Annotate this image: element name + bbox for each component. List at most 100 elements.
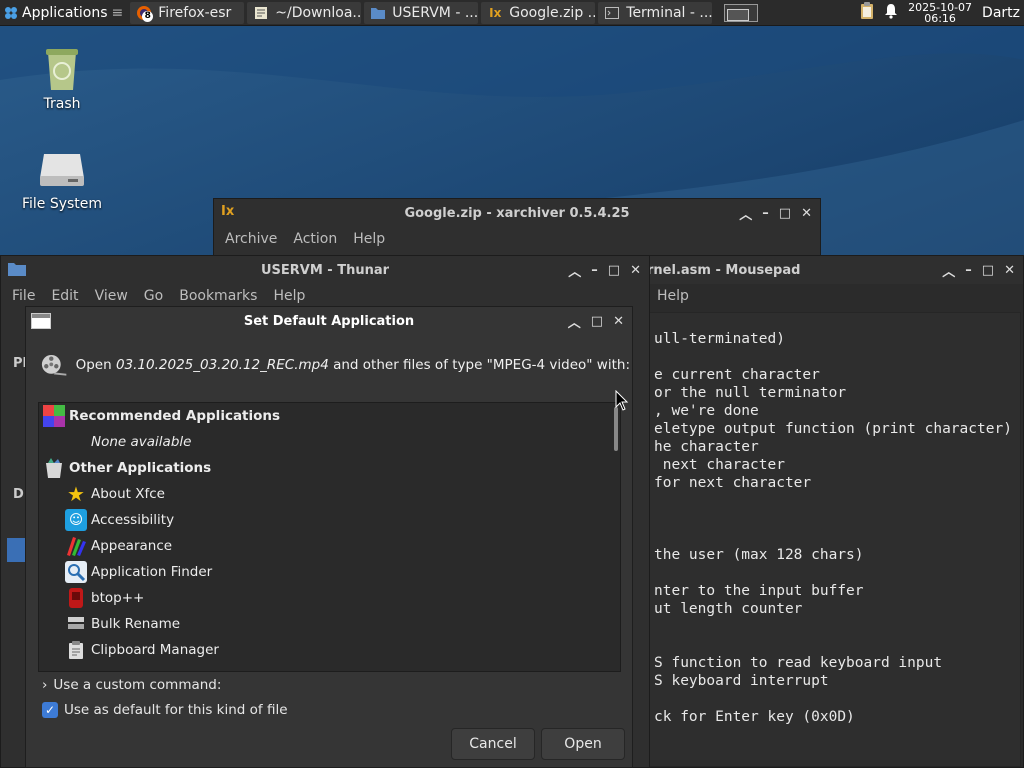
list-item[interactable]: Clipboard Manager (39, 637, 620, 663)
xfce-logo-icon (5, 6, 17, 19)
app-label: btop++ (91, 590, 145, 606)
menu-archive[interactable]: Archive (225, 231, 277, 247)
menu-action[interactable]: Action (293, 231, 337, 247)
close-button[interactable]: ✕ (1004, 263, 1015, 278)
clock[interactable]: 2025-10-07 06:16 (908, 2, 972, 24)
custom-command-label: Use a custom command: (53, 677, 222, 693)
editor-area[interactable]: ull-terminated) e current character or t… (633, 312, 1021, 767)
dialog-titlebar[interactable]: Set Default Application ︿ □ ✕ (26, 307, 632, 335)
menu-help[interactable]: Help (657, 288, 689, 304)
notification-bell-icon[interactable] (884, 3, 898, 23)
other-label: Other Applications (69, 460, 212, 476)
minimize-button[interactable]: – (591, 263, 598, 278)
menu-view[interactable]: View (95, 288, 128, 304)
prompt-filename: 03.10.2025_03.20.12_REC.mp4 (115, 357, 329, 373)
list-scrollbar[interactable] (614, 407, 618, 451)
dialog-window-icon (31, 313, 51, 329)
user-menu[interactable]: Dartz (982, 5, 1020, 21)
task-xarchiver[interactable]: Ix Google.zip ... (481, 1, 596, 24)
list-item[interactable]: Bulk Rename (39, 611, 620, 637)
menu-help[interactable]: Help (353, 231, 385, 247)
cancel-button[interactable]: Cancel (451, 728, 535, 760)
task-firefox[interactable]: 8 Firefox-esr (130, 1, 245, 24)
list-item[interactable]: Application Finder (39, 559, 620, 585)
btop-icon (65, 587, 87, 609)
maximize-button[interactable]: □ (591, 314, 603, 329)
desktop-trash[interactable]: Trash (17, 44, 107, 112)
top-panel: Applications ≡ 8 Firefox-esr ~/Downloa..… (0, 0, 1024, 26)
dialog-prompt: Open 03.10.2025_03.20.12_REC.mp4 and oth… (40, 347, 630, 383)
list-item[interactable]: Appearance (39, 533, 620, 559)
sidebar-devices-header: D (13, 487, 24, 502)
open-button[interactable]: Open (541, 728, 625, 760)
menu-separator-icon: ≡ (111, 4, 124, 21)
xarchiver-title: Google.zip - xarchiver 0.5.4.25 (404, 205, 630, 221)
workspace-switcher[interactable] (724, 3, 759, 22)
task-terminal[interactable]: Terminal - ... (598, 1, 713, 24)
mousepad-titlebar[interactable]: rnel.asm - Mousepad ︿ – □ ✕ (621, 256, 1023, 284)
magnifier-icon (65, 561, 87, 583)
prompt-prefix: Open (75, 357, 116, 373)
applications-label: Applications (22, 4, 108, 21)
close-button[interactable]: ✕ (630, 263, 641, 278)
prompt-suffix: and other files of type "MPEG-4 video" w… (328, 357, 630, 373)
clipboard-panel-icon[interactable] (860, 2, 874, 24)
close-button[interactable]: ✕ (801, 206, 812, 221)
xarchiver-titlebar[interactable]: Ix Google.zip - xarchiver 0.5.4.25 ︿ – □… (214, 199, 820, 227)
menu-go[interactable]: Go (144, 288, 163, 304)
mousepad-window: rnel.asm - Mousepad ︿ – □ ✕ Help ull-ter… (620, 255, 1024, 768)
xarchiver-app-icon: Ix (221, 204, 235, 219)
application-list[interactable]: Recommended Applications None available … (38, 402, 621, 672)
task-label: ~/Downloa... (275, 4, 362, 21)
appearance-icon (65, 535, 87, 557)
minimize-button[interactable]: – (965, 263, 972, 278)
shade-button[interactable]: ︿ (568, 312, 581, 331)
list-item[interactable]: ★ About Xfce (39, 481, 620, 507)
filesystem-label: File System (21, 196, 103, 212)
menu-file[interactable]: File (12, 288, 35, 304)
chevron-right-icon: › (42, 677, 48, 693)
terminal-icon (604, 5, 620, 21)
minimize-button[interactable]: – (762, 206, 769, 221)
thunar-titlebar[interactable]: USERVM - Thunar ︿ – □ ✕ (1, 256, 649, 284)
app-grid-icon (43, 405, 65, 427)
xarchiver-window: Ix Google.zip - xarchiver 0.5.4.25 ︿ – □… (213, 198, 821, 258)
mousepad-menubar: Help (621, 284, 1023, 308)
default-checkbox-row[interactable]: ✓ Use as default for this kind of file (42, 702, 288, 718)
task-thunar[interactable]: USERVM - ... (364, 1, 479, 24)
list-item[interactable]: btop++ (39, 585, 620, 611)
menu-bookmarks[interactable]: Bookmarks (179, 288, 257, 304)
app-label: Accessibility (91, 512, 175, 528)
list-item[interactable]: ☺ Accessibility (39, 507, 620, 533)
editor-text: ull-terminated) e current character or t… (654, 331, 1012, 725)
shade-button[interactable]: ︿ (568, 261, 581, 280)
other-header[interactable]: Other Applications (39, 455, 620, 481)
maximize-button[interactable]: □ (982, 263, 994, 278)
app-label: Appearance (91, 538, 173, 554)
task-label: Terminal - ... (626, 4, 713, 21)
recommended-header[interactable]: Recommended Applications (39, 403, 620, 429)
default-checkbox[interactable]: ✓ (42, 702, 58, 718)
close-button[interactable]: ✕ (613, 314, 624, 329)
applications-menu[interactable]: Applications ≡ (0, 0, 127, 26)
shade-button[interactable]: ︿ (942, 261, 955, 280)
none-available: None available (39, 429, 620, 455)
sidebar-selected-item[interactable] (7, 538, 27, 562)
trash-label: Trash (43, 96, 81, 112)
task-label: Google.zip ... (509, 4, 596, 21)
menu-edit[interactable]: Edit (51, 288, 78, 304)
custom-command-expander[interactable]: › Use a custom command: (42, 677, 221, 693)
recommended-label: Recommended Applications (69, 408, 281, 424)
shade-button[interactable]: ︿ (739, 204, 752, 223)
thunar-title: USERVM - Thunar (260, 262, 390, 278)
clipboard-icon (65, 639, 87, 661)
task-downloads[interactable]: ~/Downloa... (247, 1, 362, 24)
star-icon: ★ (67, 482, 85, 506)
default-checkbox-label: Use as default for this kind of file (64, 702, 288, 718)
maximize-button[interactable]: □ (779, 206, 791, 221)
firefox-icon: 8 (136, 5, 154, 22)
desktop-filesystem[interactable]: File System (17, 150, 107, 212)
thunar-sidebar: Pl D (1, 346, 27, 766)
menu-help[interactable]: Help (273, 288, 305, 304)
maximize-button[interactable]: □ (608, 263, 620, 278)
